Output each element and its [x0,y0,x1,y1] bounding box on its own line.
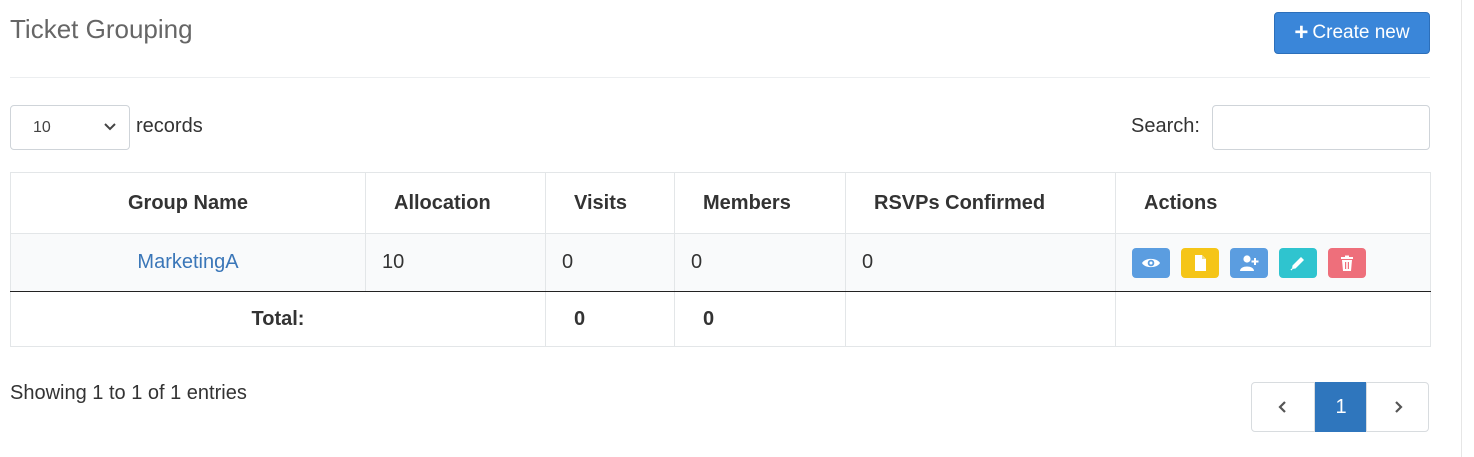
page-button-1[interactable]: 1 [1315,382,1367,432]
next-page-button[interactable] [1366,382,1429,432]
chevron-down-icon [103,119,117,137]
total-members: 0 [674,291,846,347]
cell-allocation: 10 [365,233,546,292]
table-info: Showing 1 to 1 of 1 entries [10,382,247,404]
create-new-button[interactable]: + Create new [1274,12,1430,54]
cell-rsvps-confirmed: 0 [845,233,1116,292]
file-icon [1195,254,1206,271]
search-input[interactable] [1212,105,1430,150]
total-label: Total: [10,291,546,347]
group-name-link[interactable]: MarketingA [137,251,238,273]
edit-button[interactable] [1279,247,1317,278]
trash-icon [1341,255,1353,271]
chevron-left-icon [1278,401,1286,413]
table-header-row: Group Name Allocation Visits Members RSV… [10,172,1431,234]
previous-page-button[interactable] [1251,382,1315,432]
cell-visits: 0 [545,233,675,292]
header-divider [10,77,1430,78]
page-title: Ticket Grouping [10,14,193,44]
total-rsvps-empty [845,291,1116,347]
eye-icon [1142,258,1160,267]
cell-members: 0 [674,233,846,292]
col-header-members[interactable]: Members [674,172,846,234]
add-member-button[interactable] [1230,247,1268,278]
col-header-visits[interactable]: Visits [545,172,675,234]
col-header-group-name[interactable]: Group Name [10,172,366,234]
ticket-groups-table: Group Name Allocation Visits Members RSV… [10,172,1431,347]
total-visits: 0 [545,291,675,347]
user-plus-icon [1240,254,1259,271]
delete-button[interactable] [1328,247,1366,278]
plus-icon: + [1294,19,1309,46]
page-scrollbar[interactable] [1461,0,1474,457]
pencil-icon [1290,256,1304,271]
records-label: records [136,115,203,137]
records-per-page-select[interactable]: 10 [10,105,130,150]
col-header-rsvps-confirmed[interactable]: RSVPs Confirmed [845,172,1116,234]
col-header-allocation[interactable]: Allocation [365,172,546,234]
table-row: MarketingA 10 0 0 0 [10,233,1431,292]
view-button[interactable] [1132,247,1170,278]
records-per-page-value: 10 [33,118,51,136]
col-header-actions: Actions [1115,172,1431,234]
cell-actions [1115,233,1431,292]
document-button[interactable] [1181,247,1219,278]
chevron-right-icon [1394,401,1403,413]
create-new-label: Create new [1312,22,1410,43]
total-row: Total: 0 0 [10,291,1431,347]
search-label: Search: [1131,115,1200,137]
total-actions-empty [1115,291,1431,347]
pagination: 1 [1251,382,1429,432]
